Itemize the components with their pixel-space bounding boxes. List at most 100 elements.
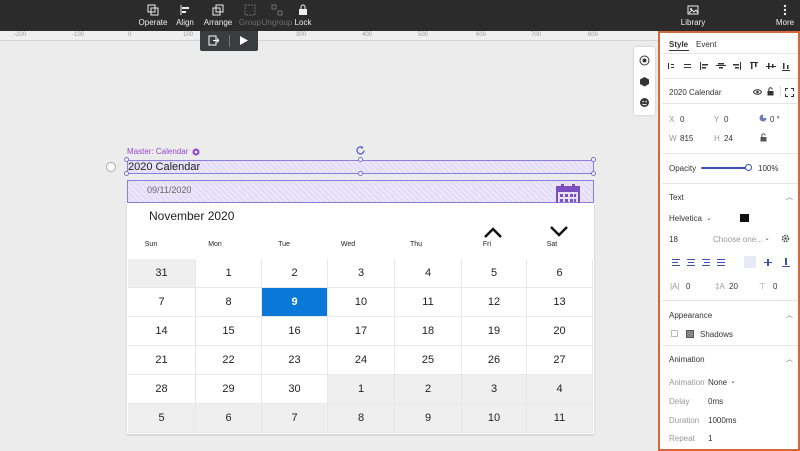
widget-name-field[interactable]: 2020 Calendar xyxy=(669,88,721,97)
emoji-icon[interactable] xyxy=(639,97,650,108)
day-cell[interactable]: 14 xyxy=(128,317,196,346)
line-height-field[interactable]: 20 xyxy=(729,282,738,291)
day-cell[interactable]: 26 xyxy=(462,346,527,375)
day-cell[interactable]: 11 xyxy=(527,404,593,433)
day-cell[interactable]: 13 xyxy=(527,288,593,317)
font-style-select[interactable]: Choose one... xyxy=(713,235,763,244)
text-color-swatch[interactable] xyxy=(740,214,749,222)
align-button[interactable]: Align xyxy=(172,0,198,31)
opacity-value[interactable]: 100% xyxy=(758,164,778,173)
visibility-icon[interactable] xyxy=(753,88,762,96)
day-cell[interactable]: 25 xyxy=(395,346,462,375)
day-cell[interactable]: 5 xyxy=(128,404,196,433)
paragraph-spacing-field[interactable]: 0 xyxy=(773,282,777,291)
text-align-tools[interactable] xyxy=(672,258,792,267)
library-button[interactable]: Library xyxy=(676,0,710,31)
resize-handle[interactable] xyxy=(591,157,596,162)
opacity-slider-thumb[interactable] xyxy=(745,164,752,171)
day-cell[interactable]: 23 xyxy=(262,346,328,375)
resize-handle[interactable] xyxy=(591,171,596,176)
font-size-field[interactable]: 18 xyxy=(669,235,678,244)
day-cell[interactable]: 19 xyxy=(462,317,527,346)
day-cell[interactable]: 24 xyxy=(328,346,395,375)
day-cell[interactable]: 7 xyxy=(262,404,328,433)
ungroup-button[interactable]: Ungroup xyxy=(262,0,292,31)
target-icon[interactable] xyxy=(639,55,650,66)
width-field[interactable]: 815 xyxy=(680,134,693,143)
day-cell[interactable]: 27 xyxy=(527,346,593,375)
day-cell[interactable]: 1 xyxy=(196,259,262,288)
tab-event[interactable]: Event xyxy=(696,40,716,49)
height-field[interactable]: 24 xyxy=(724,134,733,143)
font-family-select[interactable]: Helvetica xyxy=(669,214,702,223)
repeat-field[interactable]: 1 xyxy=(708,434,712,443)
duration-field[interactable]: 1000ms xyxy=(708,416,736,425)
day-cell[interactable]: 31 xyxy=(128,259,196,288)
day-cell[interactable]: 1 xyxy=(328,375,395,404)
resize-handle[interactable] xyxy=(124,171,129,176)
cube-icon[interactable] xyxy=(639,76,650,87)
day-cell[interactable]: 21 xyxy=(128,346,196,375)
day-cell[interactable]: 6 xyxy=(196,404,262,433)
day-cell[interactable]: 8 xyxy=(196,288,262,317)
lock-icon[interactable] xyxy=(767,87,774,96)
shadow-swatch[interactable] xyxy=(686,330,694,338)
rotate-icon[interactable] xyxy=(355,145,366,156)
day-cell[interactable]: 17 xyxy=(328,317,395,346)
exit-icon[interactable] xyxy=(208,35,219,46)
gear-icon[interactable] xyxy=(781,234,790,243)
tab-style[interactable]: Style xyxy=(669,40,688,49)
day-cell[interactable]: 4 xyxy=(395,259,462,288)
rotation-field[interactable]: 0 ° xyxy=(770,115,780,124)
day-cell[interactable]: 8 xyxy=(328,404,395,433)
collapse-icon[interactable]: ︿ xyxy=(786,192,793,202)
arrange-button[interactable]: Arrange xyxy=(202,0,234,31)
day-cell[interactable]: 16 xyxy=(262,317,328,346)
resize-handle[interactable] xyxy=(358,157,363,162)
day-cell[interactable]: 18 xyxy=(395,317,462,346)
letter-spacing-field[interactable]: 0 xyxy=(686,282,690,291)
operate-button[interactable]: Operate xyxy=(138,0,168,31)
opacity-slider[interactable] xyxy=(701,167,748,169)
day-cell[interactable]: 12 xyxy=(462,288,527,317)
previous-month-icon[interactable] xyxy=(483,227,503,239)
day-cell[interactable]: 22 xyxy=(196,346,262,375)
shadows-checkbox[interactable] xyxy=(671,330,678,337)
day-cell[interactable]: 30 xyxy=(262,375,328,404)
day-cell[interactable]: 29 xyxy=(196,375,262,404)
day-cell[interactable]: 6 xyxy=(527,259,593,288)
lock-handle[interactable] xyxy=(106,162,116,172)
day-cell[interactable]: 2 xyxy=(262,259,328,288)
day-cell[interactable]: 9 xyxy=(395,404,462,433)
animation-select[interactable]: None xyxy=(708,378,727,387)
delay-field[interactable]: 0ms xyxy=(708,397,723,406)
day-cell[interactable]: 3 xyxy=(462,375,527,404)
day-cell[interactable]: 4 xyxy=(527,375,593,404)
day-cell[interactable]: 20 xyxy=(527,317,593,346)
aspect-lock-icon[interactable] xyxy=(760,133,767,142)
next-month-icon[interactable] xyxy=(549,225,569,237)
selected-day-cell[interactable]: 9 xyxy=(262,288,328,317)
group-button[interactable]: Group xyxy=(238,0,262,31)
day-cell[interactable]: 10 xyxy=(328,288,395,317)
day-cell[interactable]: 2 xyxy=(395,375,462,404)
resize-handle[interactable] xyxy=(124,157,129,162)
fit-icon[interactable] xyxy=(785,88,794,97)
collapse-icon[interactable]: ︿ xyxy=(786,310,793,320)
date-input[interactable] xyxy=(127,180,594,203)
day-cell[interactable]: 5 xyxy=(462,259,527,288)
day-cell[interactable]: 28 xyxy=(128,375,196,404)
day-cell[interactable]: 11 xyxy=(395,288,462,317)
day-cell[interactable]: 7 xyxy=(128,288,196,317)
collapse-icon[interactable]: ︿ xyxy=(786,354,793,364)
day-cell[interactable]: 10 xyxy=(462,404,527,433)
y-field[interactable]: 0 xyxy=(724,115,728,124)
day-cell[interactable]: 15 xyxy=(196,317,262,346)
resize-handle[interactable] xyxy=(358,171,363,176)
play-icon[interactable] xyxy=(238,35,249,46)
day-cell[interactable]: 3 xyxy=(328,259,395,288)
align-tools[interactable] xyxy=(668,61,796,71)
x-field[interactable]: 0 xyxy=(680,115,684,124)
lock-button[interactable]: Lock xyxy=(292,0,314,31)
more-button[interactable]: More xyxy=(772,0,798,31)
